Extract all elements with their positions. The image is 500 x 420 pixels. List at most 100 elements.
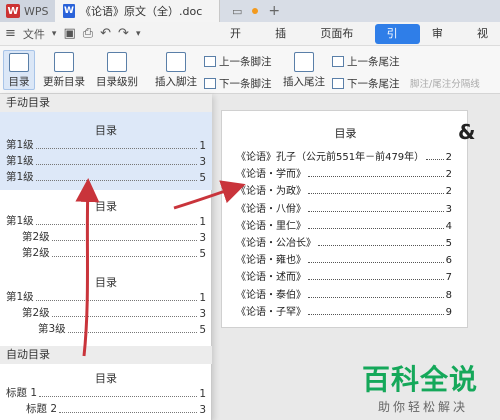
prev-footnote-icon [204,56,216,67]
toc-button[interactable]: 目录 [3,50,35,90]
document-page[interactable]: 目录 《论语》孔子（公元前551年－前479年） 2 《论语・学而》 2 《论语・为政》… [221,110,468,328]
prev-endnote-button[interactable]: 上一条尾注 [332,54,400,69]
toc-line-page: 1 [199,140,206,152]
doc-toc-entry[interactable]: 《论语・八佾》 3 [236,201,452,215]
next-footnote-button[interactable]: 下一条脚注 [204,76,272,91]
insert-footnote-label: 插入脚注 [155,76,197,88]
dot-leader [51,256,198,257]
save-icon[interactable]: ▣ [63,26,75,41]
wps-logo-icon: W [6,4,20,18]
toc-template-line[interactable]: 第2级 5 [22,246,206,260]
watermark-subtitle: 助你轻松解决 [378,400,469,414]
doc-toc-entry-label: 《论语》孔子（公元前551年－前479年） [236,152,425,163]
menu-tab-3[interactable]: 引用 [374,24,420,60]
insert-endnote-button[interactable]: 插入尾注 [282,52,326,89]
redo-icon[interactable]: ↷ [118,26,129,41]
prev-footnote-button[interactable]: 上一条脚注 [204,54,272,69]
update-toc-label: 更新目录 [43,76,85,88]
toc-template-line[interactable]: 第1级 1 [6,214,206,228]
doc-toc-entry-label: 《论语・学而》 [236,169,306,181]
toc-template-line[interactable]: 第2级 3 [22,306,206,320]
undo-icon[interactable]: ↶ [100,26,111,41]
endnote-icon [294,52,314,72]
toc-line-label: 第2级 [22,307,50,319]
dot-leader [35,180,198,181]
insert-footnote-button[interactable]: 插入脚注 [154,52,198,89]
dot-leader [51,316,198,317]
title-bar: W WPS W 《论语》原文（全）.doc ▭ + [0,0,500,22]
toc-line-label: 第2级 [22,247,50,259]
auto-toc-header: 自动目录 [0,346,212,364]
next-endnote-button[interactable]: 下一条尾注 [332,76,400,91]
footnote-icon [166,52,186,72]
doc-toc-entry-label: 《论语・子罕》 [236,306,306,318]
next-footnote-label: 下一条脚注 [219,78,272,90]
toc-line-label: 第1级 [6,291,34,303]
menu-tab-0[interactable]: 开始 [218,24,263,60]
doc-toc-entry[interactable]: 《论语・述而》 7 [236,269,452,283]
wps-app-label: WPS [24,4,49,18]
dot-leader [308,227,444,229]
menu-tab-1[interactable]: 插入 [263,24,308,60]
dot-leader [39,396,198,397]
doc-toc-entry[interactable]: 《论语・为政》 2 [236,183,452,197]
dot-leader [426,159,444,160]
doc-toc-entry[interactable]: 《论语・雍也》 6 [236,252,452,266]
doc-toc-entry-label: 《论语・雍也》 [236,255,306,267]
toc-template-line[interactable]: 标题 2 3 [26,402,206,416]
toc-line-page: 3 [199,404,206,416]
toc-template-line[interactable]: 第1级 1 [6,290,206,304]
dot-leader [67,332,198,333]
toc-level-label: 目录级别 [96,76,138,88]
menu-tab-2[interactable]: 页面布局 [308,24,374,60]
dot-leader [308,210,444,212]
doc-toc-entry[interactable]: 《论语・里仁》 4 [236,218,452,232]
document-tab[interactable]: W 《论语》原文（全）.doc [55,0,220,22]
print-icon[interactable]: ⎙ [83,26,93,41]
document-tab-label: 《论语》原文（全）.doc [80,5,203,18]
menu-tab-4[interactable]: 审阅 [420,24,465,60]
toc-template-line[interactable]: 标题 1 1 [6,386,206,400]
doc-toc-entry[interactable]: 《论语・泰伯》 8 [236,287,452,301]
toc-level-button[interactable]: 目录级别 [90,52,144,89]
window-icon[interactable]: ▭ [232,5,242,18]
doc-toc-entry-page: 9 [445,306,452,318]
hamburger-menu-icon[interactable]: ≡ [5,26,16,41]
doc-toc-entry-label: 《论语・述而》 [236,272,306,284]
toc-line-page: 1 [199,216,206,228]
toc-template-3-title: 目录 [95,276,117,289]
update-toc-button[interactable]: 更新目录 [42,52,86,89]
dot-leader [308,279,444,281]
insert-endnote-label: 插入尾注 [283,76,325,88]
dot-leader [308,176,444,178]
toc-icon [9,53,29,72]
toc-line-page: 3 [199,308,206,320]
doc-toc-entry[interactable]: 《论语》孔子（公元前551年－前479年） 2 [236,149,452,163]
quick-access-more-icon[interactable]: ▾ [136,29,141,39]
dot-leader [35,148,198,149]
wps-home-tab[interactable]: W WPS [0,0,55,22]
watermark-logo: 百科全说 [362,363,479,396]
prev-endnote-icon [332,56,344,67]
doc-toc-entry-label: 《论语・八佾》 [236,203,306,215]
toc-template-line[interactable]: 第1级 3 [6,154,206,168]
word-doc-icon: W [63,4,75,18]
toc-template-line[interactable]: 第3级 5 [38,322,206,336]
toc-line-page: 3 [199,232,206,244]
chevron-down-icon[interactable]: ▾ [52,29,57,39]
doc-toc-entry[interactable]: 《论语・学而》 2 [236,166,452,180]
toc-template-line[interactable]: 第1级 1 [6,138,206,152]
toc-template-2-title: 目录 [95,200,117,213]
file-menu[interactable]: 文件 [23,26,45,42]
doc-toc-entry-page: 4 [445,220,452,232]
toc-template-line[interactable]: 第1级 5 [6,170,206,184]
doc-toc-entry-page: 6 [445,255,452,267]
toc-template-line[interactable]: 第2级 3 [22,230,206,244]
footnote-separator-button[interactable]: 脚注/尾注分隔线 [410,76,480,90]
new-tab-plus-icon[interactable]: + [268,3,280,19]
menu-tab-5[interactable]: 视 [465,24,500,44]
toc-line-label: 第2级 [22,231,50,243]
doc-toc-entry[interactable]: 《论语・公冶长》 5 [236,235,452,249]
toc-dropdown-panel: 手动目录 自动目录 目录 第1级 1 第1级 3 第1级 5 目录 第1级 1 第2级 3 第2级 5 目录… [0,94,212,420]
doc-toc-entry[interactable]: 《论语・子罕》 9 [236,304,452,318]
